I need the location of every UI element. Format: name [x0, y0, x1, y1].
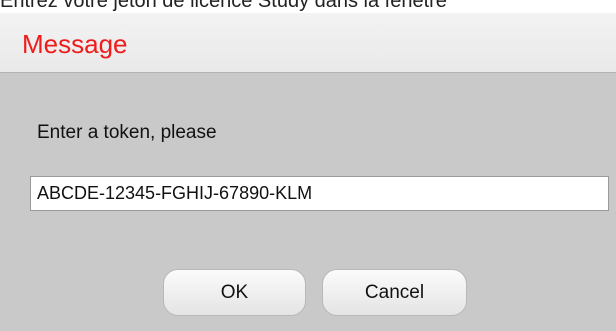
message-dialog: Message Enter a token, please OK Cancel [0, 13, 616, 331]
token-input[interactable] [30, 176, 609, 211]
dialog-title: Message [22, 29, 128, 59]
page: Entrez votre jeton de licence Study dans… [0, 0, 616, 331]
ok-button[interactable]: OK [163, 269, 306, 316]
dialog-titlebar: Message [0, 13, 616, 73]
cancel-button[interactable]: Cancel [322, 269, 467, 316]
token-prompt-label: Enter a token, please [37, 122, 217, 143]
background-instruction-text: Entrez votre jeton de licence Study dans… [0, 0, 447, 12]
